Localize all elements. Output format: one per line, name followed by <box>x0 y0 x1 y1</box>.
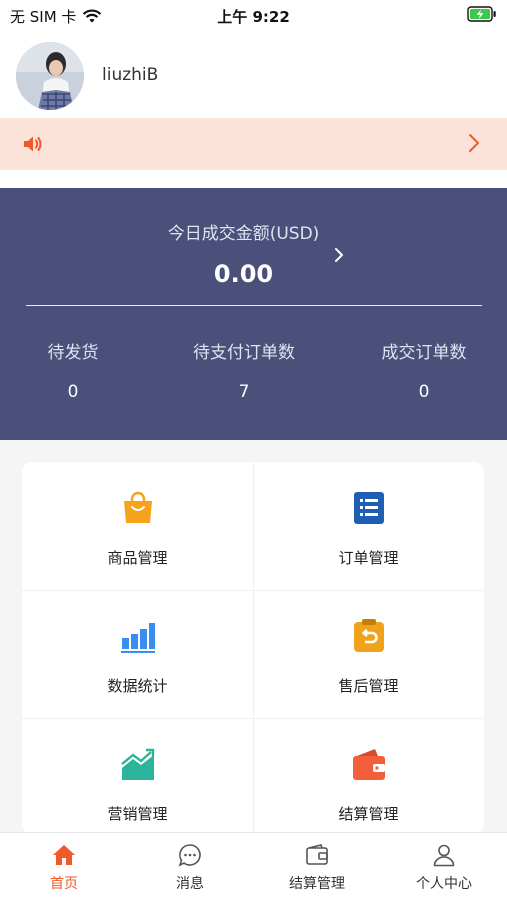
tab-label: 结算管理 <box>289 876 345 892</box>
tab-messages[interactable]: 消息 <box>127 833 253 900</box>
tab-label: 个人中心 <box>416 876 472 892</box>
message-icon <box>178 844 201 867</box>
trend-chart-icon <box>121 748 155 780</box>
order-list-icon <box>354 492 384 524</box>
stat-value: 7 <box>238 382 250 402</box>
wallet-icon <box>353 749 385 780</box>
menu-label: 订单管理 <box>338 549 399 567</box>
menu-data-statistics[interactable]: 数据统计 <box>22 590 253 718</box>
stat-value: 0 <box>67 382 79 402</box>
stat-value: 0 <box>418 382 430 402</box>
user-icon <box>433 844 455 867</box>
today-amount-title: 今日成交金额(USD) <box>167 224 320 244</box>
bar-chart-icon <box>121 623 155 653</box>
tab-personal-center[interactable]: 个人中心 <box>381 833 507 900</box>
menu-label: 商品管理 <box>107 549 168 567</box>
tab-label: 消息 <box>176 876 204 892</box>
stat-unpaid-orders[interactable]: 待支付订单数 7 <box>164 338 324 402</box>
tab-home[interactable]: 首页 <box>1 833 127 900</box>
stat-label: 待支付订单数 <box>193 343 295 363</box>
spacer <box>0 170 507 188</box>
tab-settlement[interactable]: 结算管理 <box>254 833 380 900</box>
wallet-icon <box>306 844 328 865</box>
menu-product-management[interactable]: 商品管理 <box>22 462 253 590</box>
speaker-icon <box>24 136 42 152</box>
home-icon <box>53 845 75 865</box>
menu-after-sale-management[interactable]: 售后管理 <box>253 590 484 718</box>
today-amount-value: 0.00 <box>213 260 274 288</box>
menu-label: 营销管理 <box>107 805 168 823</box>
stats-panel: 今日成交金额(USD) 0.00 待发货 0 待支付订单数 7 成交订单数 0 <box>0 188 507 440</box>
tab-bar: 首页 消息 结算管理 个人中心 <box>0 832 507 900</box>
menu-marketing-management[interactable]: 营销管理 <box>22 718 253 834</box>
stat-completed-orders[interactable]: 成交订单数 0 <box>344 338 504 402</box>
menu-grid: 商品管理 订单管理 数据统计 售后管理 营销管理 结算管理 <box>22 462 484 834</box>
notice-bar[interactable] <box>0 118 507 170</box>
battery-charging-icon <box>467 6 496 22</box>
after-sale-icon <box>354 619 384 652</box>
chevron-right-icon[interactable] <box>332 244 346 266</box>
stat-label: 待发货 <box>47 343 99 363</box>
menu-label: 数据统计 <box>107 677 168 695</box>
avatar[interactable] <box>16 42 84 110</box>
menu-label: 售后管理 <box>338 677 399 695</box>
stat-pending-shipment[interactable]: 待发货 0 <box>0 338 153 402</box>
menu-order-management[interactable]: 订单管理 <box>253 462 484 590</box>
username: liuzhiB <box>102 65 159 85</box>
tab-label: 首页 <box>50 876 78 892</box>
profile-header: liuzhiB <box>0 30 507 118</box>
shopping-bag-icon <box>124 491 152 523</box>
divider <box>26 305 482 306</box>
clock: 上午 9:22 <box>217 8 290 26</box>
menu-label: 结算管理 <box>338 805 399 823</box>
menu-settlement-management[interactable]: 结算管理 <box>253 718 484 834</box>
status-bar: 无 SIM 卡 上午 9:22 <box>0 0 507 30</box>
stat-label: 成交订单数 <box>381 343 467 363</box>
chevron-right-icon[interactable] <box>467 132 481 154</box>
